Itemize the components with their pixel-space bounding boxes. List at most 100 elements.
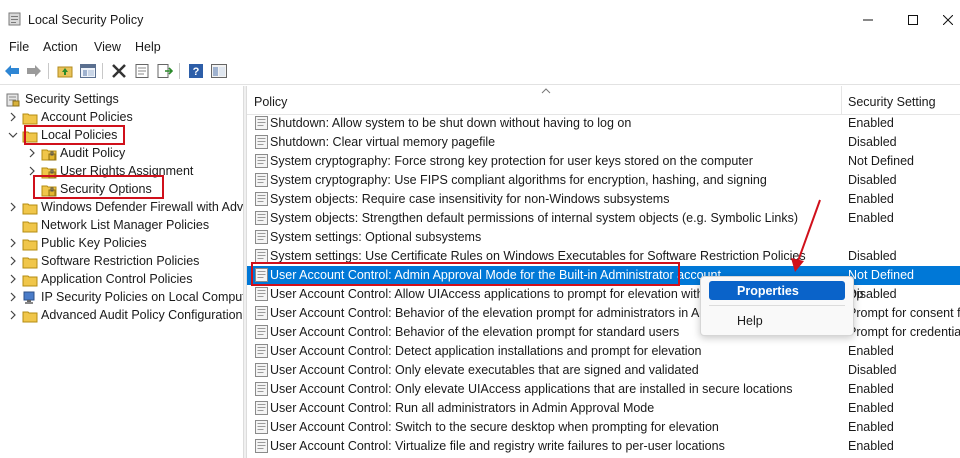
sort-ascending-icon: [541, 88, 551, 94]
tree-item[interactable]: Application Control Policies: [8, 270, 192, 288]
tree-item[interactable]: Network List Manager Policies: [8, 216, 209, 234]
chevron-right-icon[interactable]: [8, 202, 18, 212]
help-icon[interactable]: ?: [187, 62, 205, 80]
menu-file[interactable]: File: [9, 40, 29, 54]
chevron-right-icon[interactable]: [8, 112, 18, 122]
annotation-arrow: [791, 199, 821, 272]
tree-item-label: Application Control Policies: [41, 272, 193, 286]
policy-setting: Disabled: [848, 249, 897, 263]
policy-name: System settings: Use Certificate Rules o…: [270, 249, 806, 263]
context-menu-separator: [709, 305, 845, 306]
chevron-right-icon[interactable]: [8, 274, 18, 284]
table-row[interactable]: Shutdown: Allow system to be shut down w…: [247, 114, 960, 133]
table-row[interactable]: User Account Control: Run all administra…: [247, 399, 960, 418]
menu-bar: File Action View Help: [0, 38, 960, 58]
context-menu: Properties Help: [700, 276, 854, 336]
tree-item-label: Windows Defender Firewall with Adva: [41, 200, 243, 214]
export-list-icon[interactable]: [156, 62, 174, 80]
policy-icon: [255, 211, 268, 225]
chevron-right-icon[interactable]: [27, 148, 37, 158]
policy-name: User Account Control: Virtualize file an…: [270, 439, 725, 453]
policy-name: System settings: Optional subsystems: [270, 230, 482, 244]
minimize-button[interactable]: [845, 7, 891, 33]
table-row[interactable]: User Account Control: Virtualize file an…: [247, 437, 960, 456]
table-row[interactable]: User Account Control: Only elevate UIAcc…: [247, 380, 960, 399]
policy-icon: [255, 192, 268, 206]
policy-name: System cryptography: Use FIPS compliant …: [270, 173, 767, 187]
properties-icon[interactable]: [133, 62, 151, 80]
policy-icon: [255, 173, 268, 187]
policy-icon: [255, 116, 268, 130]
table-row[interactable]: Shutdown: Clear virtual memory pagefile D…: [247, 133, 960, 152]
forward-icon[interactable]: [25, 62, 43, 80]
chevron-right-icon[interactable]: [8, 292, 18, 302]
policy-setting: Enabled: [848, 382, 894, 396]
table-row[interactable]: System settings: Optional subsystems: [247, 228, 960, 247]
table-row[interactable]: System cryptography: Force strong key pr…: [247, 152, 960, 171]
context-menu-help[interactable]: Help: [709, 311, 845, 330]
tree-item[interactable]: Advanced Audit Policy Configuration: [8, 306, 243, 324]
list-header: Policy Security Setting: [247, 86, 960, 115]
tree-item[interactable]: IP Security Policies on Local Compute: [8, 288, 243, 306]
table-row[interactable]: User Account Control: Detect application…: [247, 342, 960, 361]
chevron-down-icon[interactable]: [8, 130, 18, 140]
network-policy-icon: [22, 291, 38, 304]
tree-item[interactable]: Windows Defender Firewall with Adva: [8, 198, 243, 216]
chevron-right-icon[interactable]: [8, 256, 18, 266]
toolbar: ?: [0, 58, 960, 85]
policy-setting: Enabled: [848, 420, 894, 434]
tree-item[interactable]: Account Policies: [8, 108, 133, 126]
table-row[interactable]: User Account Control: Only elevate execu…: [247, 361, 960, 380]
column-divider[interactable]: [841, 86, 842, 114]
menu-help[interactable]: Help: [135, 40, 161, 54]
context-menu-help-label: Help: [737, 314, 763, 328]
table-row[interactable]: System objects: Require case insensitivi…: [247, 190, 960, 209]
chevron-placeholder: [8, 220, 18, 230]
delete-icon[interactable]: [110, 62, 128, 80]
title-bar: Local Security Policy: [0, 0, 960, 38]
mmc-icon[interactable]: [210, 62, 228, 80]
policy-icon: [255, 382, 268, 396]
policy-name: System objects: Require case insensitivi…: [270, 192, 670, 206]
show-hide-tree-icon[interactable]: [79, 62, 97, 80]
menu-view[interactable]: View: [94, 40, 121, 54]
policy-setting: Enabled: [848, 116, 894, 130]
svg-text:?: ?: [193, 66, 200, 78]
policy-setting: Not Defined: [848, 154, 915, 168]
tree-item[interactable]: Software Restriction Policies: [8, 252, 199, 270]
chevron-right-icon[interactable]: [8, 310, 18, 320]
table-row[interactable]: System cryptography: Use FIPS compliant …: [247, 171, 960, 190]
folder-icon: [22, 309, 38, 322]
tree-item-label: Audit Policy: [60, 146, 126, 160]
tree-root-security-settings[interactable]: Security Settings: [6, 90, 119, 108]
policy-name: User Account Control: Behavior of the el…: [270, 325, 680, 339]
policy-name: User Account Control: Run all administra…: [270, 401, 655, 415]
up-folder-icon[interactable]: [56, 62, 74, 80]
tree-item[interactable]: Audit Policy: [27, 144, 125, 162]
toolbar-separator: [102, 63, 103, 79]
policy-setting: Disabled: [848, 173, 897, 187]
column-header-security-setting[interactable]: Security Setting: [848, 95, 936, 109]
maximize-button[interactable]: [890, 7, 936, 33]
policy-setting: Enabled: [848, 439, 894, 453]
context-menu-properties[interactable]: Properties: [709, 281, 845, 300]
folder-icon: [22, 273, 38, 286]
policy-icon: [255, 439, 268, 453]
annotation-box-selected-policy: [251, 262, 680, 286]
close-button[interactable]: [936, 7, 960, 33]
table-row[interactable]: User Account Control: Switch to the secu…: [247, 418, 960, 437]
policy-icon: [255, 325, 268, 339]
menu-action[interactable]: Action: [43, 40, 78, 54]
tree-item-label: IP Security Policies on Local Compute: [41, 290, 243, 304]
policy-name: System objects: Strengthen default permi…: [270, 211, 799, 225]
policy-icon: [255, 306, 268, 320]
back-icon[interactable]: [3, 62, 21, 80]
folder-icon: [22, 219, 38, 232]
policy-icon: [255, 230, 268, 244]
tree-item[interactable]: Public Key Policies: [8, 234, 147, 252]
tree-item-label: Account Policies: [41, 110, 133, 124]
chevron-right-icon[interactable]: [8, 238, 18, 248]
policy-setting: Disabled: [848, 135, 897, 149]
table-row[interactable]: System objects: Strengthen default permi…: [247, 209, 960, 228]
column-header-policy[interactable]: Policy: [254, 95, 287, 109]
